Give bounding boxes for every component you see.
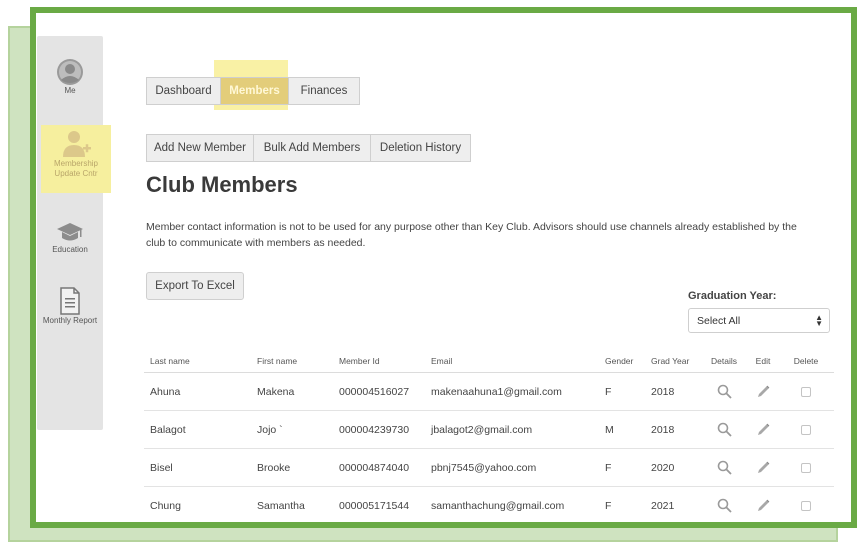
- cell-first-name: Samantha: [257, 499, 305, 512]
- page-title: Club Members: [146, 172, 298, 197]
- cell-member-id: 000004516027: [339, 385, 410, 398]
- cell-email: jbalagot2@gmail.com: [431, 423, 533, 436]
- cell-grad-year: 2021: [651, 499, 675, 512]
- delete-checkbox[interactable]: [789, 449, 823, 486]
- pencil-icon: [757, 385, 769, 397]
- cell-gender: F: [605, 461, 612, 474]
- main-window: Me Membership Update Cntr Education Mont…: [30, 7, 857, 528]
- sidebar-item-monthly-report[interactable]: Monthly Report: [37, 286, 103, 326]
- tab-finances[interactable]: Finances: [289, 77, 360, 105]
- cell-email: samanthachung@gmail.com: [431, 499, 565, 512]
- header-edit: Edit: [755, 356, 771, 366]
- graduation-year-label: Graduation Year:: [688, 290, 777, 302]
- deletion-history-button[interactable]: Deletion History: [371, 134, 471, 162]
- cell-last-name: Balagot: [150, 423, 186, 436]
- details-button[interactable]: [709, 373, 739, 410]
- top-tabs: Dashboard Members Finances: [146, 77, 360, 105]
- edit-button[interactable]: [751, 373, 775, 410]
- sidebar-item-membership-update[interactable]: Membership Update Cntr: [41, 125, 111, 193]
- tab-members[interactable]: Members: [221, 77, 289, 105]
- cell-gender: M: [605, 423, 614, 436]
- header-last-name[interactable]: Last name: [150, 356, 190, 372]
- edit-button[interactable]: [751, 487, 775, 522]
- bulk-add-members-button[interactable]: Bulk Add Members: [254, 134, 371, 162]
- add-user-icon: [63, 131, 91, 157]
- cell-member-id: 000005171544: [339, 499, 410, 512]
- cell-first-name: Brooke: [257, 461, 291, 474]
- header-details: Details: [711, 356, 737, 366]
- header-member-id[interactable]: Member Id: [339, 356, 380, 372]
- graduation-cap-icon: [57, 223, 83, 241]
- header-gender[interactable]: Gender: [605, 356, 633, 372]
- search-icon: [717, 384, 732, 399]
- table-row: Balagot Jojo ` 000004239730 jbalagot2@gm…: [144, 411, 834, 449]
- cell-last-name: Bisel: [150, 461, 173, 474]
- cell-member-id: 000004239730: [339, 423, 410, 436]
- table-row: Chung Samantha 000005171544 samanthachun…: [144, 487, 834, 522]
- privacy-notice: Member contact information is not to be …: [146, 221, 797, 249]
- member-actions: Add New Member Bulk Add Members Deletion…: [146, 134, 471, 162]
- graduation-year-value: Select All: [697, 314, 741, 327]
- cell-first-name: Makena: [257, 385, 295, 398]
- user-circle-icon: [57, 59, 83, 85]
- details-button[interactable]: [709, 487, 739, 522]
- sidebar-item-me[interactable]: Me: [37, 58, 103, 96]
- header-first-name[interactable]: First name: [257, 356, 297, 372]
- cell-grad-year: 2020: [651, 461, 675, 474]
- cell-email: pbnj7545@yahoo.com: [431, 461, 537, 474]
- details-button[interactable]: [709, 411, 739, 448]
- graduation-year-select[interactable]: Select All ▲ ▼: [688, 308, 830, 333]
- cell-member-id: 000004874040: [339, 461, 410, 474]
- checkbox-box: [801, 386, 811, 397]
- checkbox-box: [801, 500, 811, 511]
- details-button[interactable]: [709, 449, 739, 486]
- cell-last-name: Chung: [150, 499, 181, 512]
- pencil-icon: [757, 461, 769, 473]
- pencil-icon: [757, 499, 769, 511]
- sidebar: Me Membership Update Cntr Education Mont…: [37, 36, 111, 430]
- sidebar-item-label: Membership Update Cntr: [53, 159, 98, 178]
- pencil-icon: [757, 423, 769, 435]
- delete-checkbox[interactable]: [789, 487, 823, 522]
- cell-gender: F: [605, 499, 612, 512]
- header-grad-year[interactable]: Grad Year: [651, 356, 689, 372]
- checkbox-box: [801, 424, 811, 435]
- export-to-excel-button[interactable]: Export To Excel: [146, 272, 244, 300]
- select-arrows-icon: ▲ ▼: [815, 313, 823, 328]
- checkbox-box: [801, 462, 811, 473]
- members-table: Last name First name Member Id Email Gen…: [144, 356, 834, 522]
- sidebar-item-label: Monthly Report: [42, 316, 98, 325]
- search-icon: [717, 422, 732, 437]
- cell-grad-year: 2018: [651, 385, 675, 398]
- sidebar-item-education[interactable]: Education: [37, 219, 103, 255]
- search-icon: [717, 460, 732, 475]
- cell-email: makenaahuna1@gmail.com: [431, 385, 562, 398]
- document-icon: [60, 287, 80, 315]
- sidebar-item-label: Me: [64, 86, 76, 95]
- search-icon: [717, 498, 732, 513]
- tab-dashboard[interactable]: Dashboard: [146, 77, 221, 105]
- edit-button[interactable]: [751, 449, 775, 486]
- table-row: Bisel Brooke 000004874040 pbnj7545@yahoo…: [144, 449, 834, 487]
- table-row: Ahuna Makena 000004516027 makenaahuna1@g…: [144, 373, 834, 411]
- cell-grad-year: 2018: [651, 423, 675, 436]
- cell-gender: F: [605, 385, 612, 398]
- add-new-member-button[interactable]: Add New Member: [146, 134, 254, 162]
- sidebar-item-label: Education: [52, 245, 88, 254]
- delete-checkbox[interactable]: [789, 411, 823, 448]
- header-delete: Delete: [793, 356, 819, 366]
- header-email[interactable]: Email: [431, 356, 452, 372]
- cell-first-name: Jojo `: [257, 423, 283, 436]
- export-group: Export To Excel: [146, 272, 244, 300]
- table-header: Last name First name Member Id Email Gen…: [144, 356, 834, 373]
- delete-checkbox[interactable]: [789, 373, 823, 410]
- cell-last-name: Ahuna: [150, 385, 181, 398]
- edit-button[interactable]: [751, 411, 775, 448]
